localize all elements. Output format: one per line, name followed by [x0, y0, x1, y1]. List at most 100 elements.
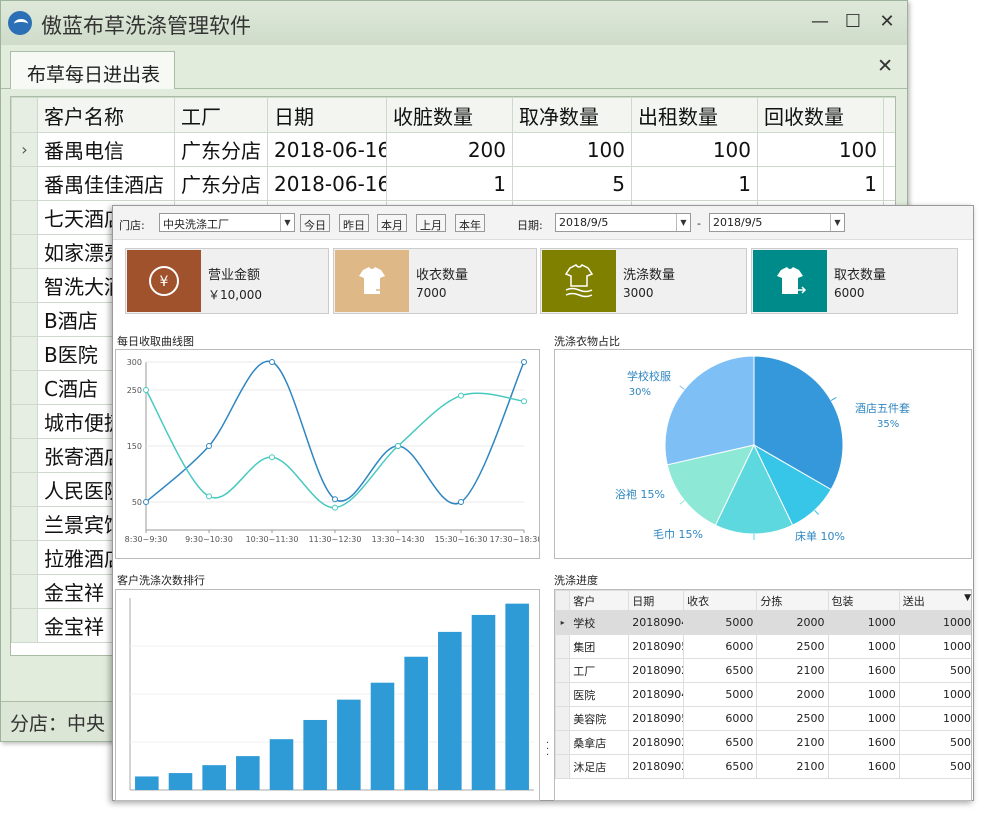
date-to-select[interactable]: 2018/9/5 ▼	[709, 213, 845, 232]
data-point[interactable]	[143, 387, 149, 393]
table-cell[interactable]: 番禺佳佳酒店	[37, 166, 175, 201]
table-cell[interactable]: 广东分店	[174, 166, 268, 201]
store-select[interactable]: 中央洗涤工厂 ▼	[159, 213, 295, 232]
this-month-button[interactable]: 本月	[377, 214, 407, 232]
column-header[interactable]: 日期	[267, 97, 387, 133]
table-cell[interactable]: 1	[386, 166, 513, 201]
table-cell[interactable]: 学校	[569, 610, 630, 635]
table-cell[interactable]: 沐足店	[569, 754, 630, 779]
sort-down-icon[interactable]: ▼	[964, 593, 971, 603]
data-point[interactable]	[395, 443, 401, 449]
bar[interactable]	[236, 756, 260, 790]
table-cell[interactable]: 1000	[898, 682, 971, 707]
data-point[interactable]	[521, 398, 527, 405]
yesterday-button[interactable]: 昨日	[339, 214, 369, 232]
bar[interactable]	[168, 773, 193, 790]
tab-daily-linen[interactable]: 布草每日进出表	[10, 51, 175, 89]
maximize-button[interactable]: ☐	[841, 11, 865, 32]
table-cell[interactable]: 1000	[898, 634, 971, 659]
column-header[interactable]: 取净数量	[512, 97, 632, 133]
pie-slice[interactable]	[664, 355, 755, 466]
table-cell[interactable]: 500	[898, 754, 971, 779]
row-header[interactable]	[555, 706, 571, 731]
table-cell[interactable]: 100	[757, 132, 884, 167]
table-cell[interactable]: 20180902	[628, 730, 685, 755]
table-cell[interactable]: 20180902	[628, 754, 685, 779]
table-cell[interactable]: 1600	[827, 754, 900, 779]
bar[interactable]	[370, 682, 395, 790]
table-row[interactable]: 工厂 20180902 6500 2100 1600 500	[555, 658, 971, 683]
table-cell[interactable]: 200	[386, 132, 513, 167]
table-cell[interactable]: 1	[757, 166, 884, 201]
table-cell[interactable]: 6500	[683, 730, 758, 755]
table-cell[interactable]: 20180902	[628, 658, 685, 683]
column-header[interactable]: 客户名称	[37, 97, 175, 133]
table-cell[interactable]: 1600	[827, 730, 900, 755]
row-header[interactable]	[11, 540, 38, 575]
table-cell[interactable]: 100	[631, 132, 758, 167]
card-picked-up[interactable]: 取衣数量 6000	[751, 248, 958, 314]
table-cell[interactable]: 1000	[827, 634, 900, 659]
bar[interactable]	[269, 739, 294, 790]
row-header[interactable]	[11, 268, 38, 303]
bar[interactable]	[404, 656, 428, 790]
current-row-marker[interactable]: ▸	[555, 610, 571, 635]
current-row-marker[interactable]: ›	[11, 132, 38, 167]
card-received[interactable]: 收衣数量 7000	[333, 248, 537, 314]
row-header[interactable]	[555, 730, 571, 755]
column-header[interactable]: 回收数量	[757, 97, 884, 133]
table-cell[interactable]: 医院	[569, 682, 630, 707]
column-header[interactable]: 工厂	[174, 97, 268, 133]
row-header[interactable]	[11, 608, 38, 643]
bar[interactable]	[471, 614, 496, 790]
column-header[interactable]: 收衣	[683, 590, 758, 611]
bar[interactable]	[438, 631, 462, 790]
row-header[interactable]	[11, 302, 38, 337]
last-month-button[interactable]: 上月	[416, 214, 446, 232]
table-cell[interactable]: 2500	[756, 706, 829, 731]
column-header[interactable]: 日期	[628, 590, 685, 611]
table-cell[interactable]: 1	[631, 166, 758, 201]
table-cell[interactable]: 1000	[898, 610, 971, 635]
data-point[interactable]	[206, 493, 212, 500]
card-washed[interactable]: 洗涤数量 3000	[540, 248, 747, 314]
table-cell[interactable]: 6500	[683, 658, 758, 683]
table-cell[interactable]: 500	[898, 730, 971, 755]
table-cell[interactable]: 2000	[756, 682, 829, 707]
column-header[interactable]: 客户	[569, 590, 630, 611]
row-header[interactable]	[11, 472, 38, 507]
table-cell[interactable]: 桑拿店	[569, 730, 630, 755]
row-header[interactable]	[11, 438, 38, 473]
table-cell[interactable]: 20180905	[628, 634, 685, 659]
table-cell[interactable]: 5000	[683, 682, 758, 707]
table-cell[interactable]: 工厂	[569, 658, 630, 683]
data-point[interactable]	[269, 454, 275, 461]
bar[interactable]	[337, 699, 361, 790]
table-cell[interactable]: 20180905	[628, 706, 685, 731]
data-point[interactable]	[458, 392, 464, 399]
data-point[interactable]	[521, 359, 527, 365]
data-point[interactable]	[332, 496, 338, 503]
column-header[interactable]: 送出 ▼	[898, 590, 971, 611]
panel-splitter-handle[interactable]: · · ·	[546, 739, 549, 761]
table-cell[interactable]: 1000	[827, 682, 900, 707]
table-cell[interactable]: 美容院	[569, 706, 630, 731]
table-cell[interactable]: 2500	[756, 634, 829, 659]
row-header[interactable]	[11, 166, 38, 201]
table-row[interactable]: 沐足店 20180902 6500 2100 1600 500	[555, 754, 971, 779]
date-from-select[interactable]: 2018/9/5 ▼	[555, 213, 691, 232]
table-cell[interactable]: 5	[512, 166, 632, 201]
minimize-button[interactable]: —	[808, 11, 832, 32]
table-cell[interactable]: 1000	[898, 706, 971, 731]
table-cell[interactable]: 5000	[683, 610, 758, 635]
today-button[interactable]: 今日	[300, 214, 330, 232]
table-cell[interactable]: 1000	[827, 706, 900, 731]
table-cell[interactable]: 100	[512, 132, 632, 167]
bar[interactable]	[202, 765, 226, 790]
table-cell[interactable]: 6000	[683, 706, 758, 731]
table-cell[interactable]: 20180904	[628, 610, 685, 635]
table-cell[interactable]: 2100	[756, 658, 829, 683]
table-cell[interactable]: 广东分店	[174, 132, 268, 167]
row-header[interactable]	[11, 404, 38, 439]
row-header[interactable]	[11, 200, 38, 235]
